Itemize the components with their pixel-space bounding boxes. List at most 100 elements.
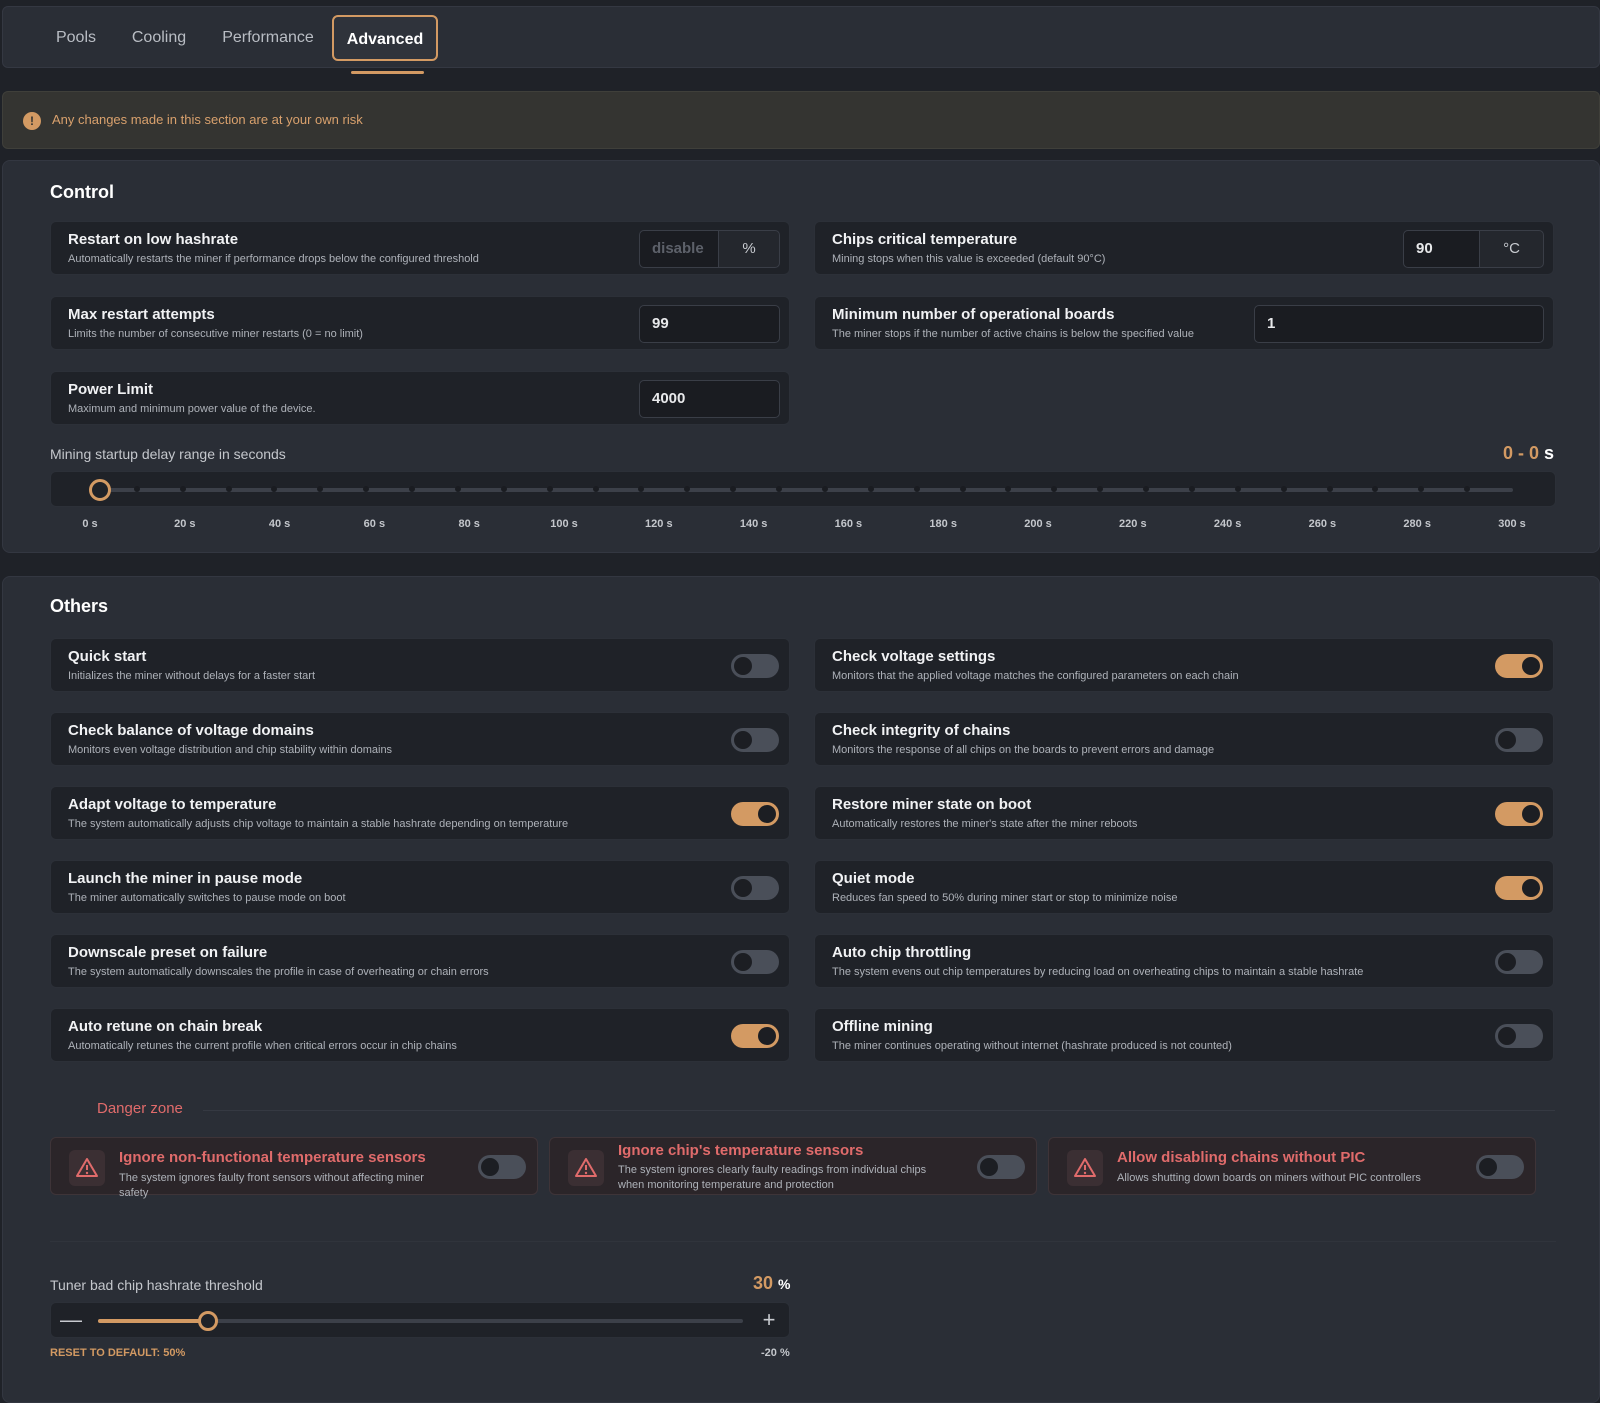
card-title: Check balance of voltage domains <box>68 722 314 739</box>
card-title: Adapt voltage to temperature <box>68 796 277 813</box>
card-title: Power Limit <box>68 381 154 398</box>
increase-button[interactable]: + <box>755 1306 783 1334</box>
warning-text: Any changes made in this section are at … <box>52 112 363 127</box>
check-integrity-of-chains-toggle[interactable] <box>1495 728 1543 752</box>
warning-triangle-icon <box>568 1150 604 1186</box>
launch-the-miner-in-pause-mode-toggle[interactable] <box>731 876 779 900</box>
decrease-button[interactable]: — <box>57 1306 85 1334</box>
toggle-knob <box>1498 1027 1516 1045</box>
danger-zone-title: Danger zone <box>97 1100 183 1117</box>
tab-pools[interactable]: Pools <box>51 15 101 61</box>
tab-cooling[interactable]: Cooling <box>125 15 193 61</box>
quick-start-toggle[interactable] <box>731 654 779 678</box>
max-restart-attempts-card: Max restart attempts Limits the number o… <box>50 296 790 350</box>
check-balance-of-voltage-domains-toggle[interactable] <box>731 728 779 752</box>
tuner-threshold-slider[interactable]: — + <box>50 1302 790 1338</box>
toggle-knob <box>1522 805 1540 823</box>
auto-retune-on-chain-break-toggle[interactable] <box>731 1024 779 1048</box>
range-step-dot <box>592 486 599 492</box>
adapt-voltage-to-temperature-toggle[interactable] <box>731 802 779 826</box>
card-description: The system ignores clearly faulty readin… <box>618 1164 927 1191</box>
min-operational-boards-input[interactable]: 1 <box>1254 305 1544 343</box>
range-tick-label: 100 s <box>550 518 578 530</box>
startup-delay-thumb[interactable] <box>89 479 111 501</box>
reset-to-default-button[interactable]: RESET TO DEFAULT: 50% <box>50 1347 185 1359</box>
card-title: Offline mining <box>832 1018 933 1035</box>
range-tick-label: 60 s <box>363 518 386 530</box>
range-tick-label: 200 s <box>1024 518 1052 530</box>
max-restart-attempts-input[interactable]: 99 <box>639 305 780 343</box>
tab-performance[interactable]: Performance <box>215 15 321 61</box>
startup-delay-label: Mining startup delay range in seconds <box>50 446 286 462</box>
toggle-knob <box>734 731 752 749</box>
range-tick-label: 300 s <box>1498 518 1526 530</box>
allow-disabling-chains-without-pic-card: Allow disabling chains without PIC Allows… <box>1048 1137 1536 1195</box>
toggle-knob <box>1479 1158 1497 1176</box>
startup-delay-slider[interactable] <box>50 471 1556 507</box>
card-description: Reduces fan speed to 50% during miner st… <box>832 892 1178 904</box>
card-description: The system automatically adjusts chip vo… <box>68 818 569 830</box>
restart-threshold-input[interactable]: disable <box>639 230 719 268</box>
danger-zone-divider <box>203 1110 1555 1111</box>
card-title: Auto retune on chain break <box>68 1018 263 1035</box>
toggle-knob <box>481 1158 499 1176</box>
range-tick-label: 220 s <box>1119 518 1147 530</box>
ignore-non-functional-temperature-sensors-toggle[interactable] <box>478 1155 526 1179</box>
quiet-mode-toggle[interactable] <box>1495 876 1543 900</box>
restore-miner-state-on-boot-card: Restore miner state on boot Automatically… <box>814 786 1554 840</box>
range-step-dot <box>867 486 874 492</box>
card-description: The miner automatically switches to paus… <box>68 892 346 904</box>
range-tick-label: 120 s <box>645 518 673 530</box>
quick-start-card: Quick start Initializes the miner without… <box>50 638 790 692</box>
card-title: Auto chip throttling <box>832 944 972 961</box>
startup-delay-value: 0 - 0 s <box>1503 443 1554 464</box>
range-tick-label: 140 s <box>739 518 768 530</box>
auto-chip-throttling-toggle[interactable] <box>1495 950 1543 974</box>
restore-miner-state-on-boot-toggle[interactable] <box>1495 802 1543 826</box>
chips-critical-temperature-card: Chips critical temperature Mining stops … <box>814 221 1554 275</box>
range-step-dot <box>179 486 186 492</box>
card-title: Ignore non-functional temperature sensor… <box>119 1149 426 1166</box>
card-description: Automatically retunes the current profil… <box>68 1040 457 1052</box>
check-integrity-of-chains-card: Check integrity of chains Monitors the re… <box>814 712 1554 766</box>
toggle-knob <box>980 1158 998 1176</box>
ignore-chip-s-temperature-sensors-card: Ignore chip's temperature sensors The sys… <box>549 1137 1037 1195</box>
range-step-dot <box>959 486 966 492</box>
card-title: Launch the miner in pause mode <box>68 870 303 887</box>
card-title: Chips critical temperature <box>832 231 1018 248</box>
card-description: Mining stops when this value is exceeded… <box>832 253 1106 265</box>
tuner-threshold-label: Tuner bad chip hashrate threshold <box>50 1277 263 1293</box>
tuner-threshold-thumb[interactable] <box>198 1311 218 1331</box>
range-tick-label: 160 s <box>834 518 863 530</box>
auto-chip-throttling-card: Auto chip throttling The system evens out… <box>814 934 1554 988</box>
percent-unit: % <box>718 230 780 268</box>
startup-delay-unit: s <box>1543 443 1554 463</box>
range-step-dot <box>454 486 461 492</box>
range-step-dot <box>1188 486 1195 492</box>
card-description: Automatically restarts the miner if perf… <box>68 253 479 265</box>
tab-advanced[interactable]: Advanced <box>332 15 438 61</box>
offline-mining-toggle[interactable] <box>1495 1024 1543 1048</box>
tab-bar: Pools Cooling Performance Advanced <box>2 6 1600 74</box>
allow-disabling-chains-without-pic-toggle[interactable] <box>1476 1155 1524 1179</box>
range-step-dot <box>500 486 507 492</box>
critical-temperature-input[interactable]: 90 <box>1403 230 1480 268</box>
toggle-knob <box>734 879 752 897</box>
card-description: The system ignores faulty front sensors … <box>119 1172 424 1199</box>
card-description: Allows shutting down boards on miners wi… <box>1117 1172 1421 1184</box>
range-step-dot <box>546 486 553 492</box>
range-step-dot <box>1143 486 1150 492</box>
ignore-chip-s-temperature-sensors-toggle[interactable] <box>977 1155 1025 1179</box>
downscale-preset-on-failure-toggle[interactable] <box>731 950 779 974</box>
check-voltage-settings-toggle[interactable] <box>1495 654 1543 678</box>
card-title: Max restart attempts <box>68 306 215 323</box>
card-description: Monitors that the applied voltage matche… <box>832 670 1239 682</box>
range-step-dot <box>1234 486 1241 492</box>
power-limit-input[interactable]: 4000 <box>639 380 780 418</box>
card-description: The system automatically downscales the … <box>68 966 489 978</box>
check-voltage-settings-card: Check voltage settings Monitors that the … <box>814 638 1554 692</box>
control-section: Control Restart on low hashrate Automati… <box>2 160 1600 553</box>
startup-delay-value-text: 0 - 0 <box>1502 443 1539 463</box>
warning-triangle-icon <box>69 1150 105 1186</box>
range-step-dot <box>821 486 828 492</box>
